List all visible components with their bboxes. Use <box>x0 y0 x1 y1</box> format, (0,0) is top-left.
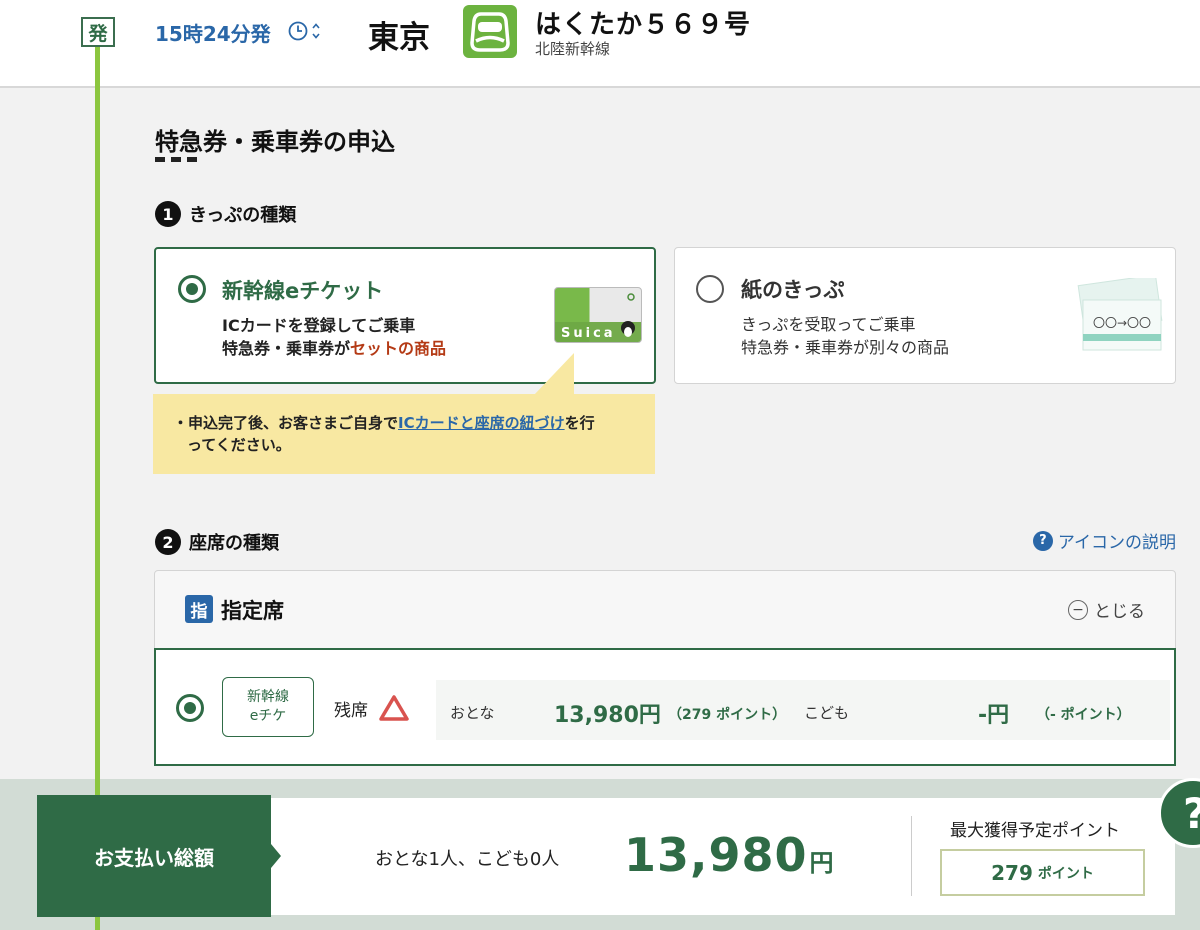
reserved-seat-icon: 指 <box>185 595 213 623</box>
child-price: -円 <box>978 703 1010 728</box>
paper-ticket-title: 紙のきっぷ <box>741 278 845 302</box>
option-paper-ticket[interactable]: 紙のきっぷ きっぷを受取ってご乗車 特急券・乗車券が別々の商品 〇〇→〇〇 <box>674 247 1176 384</box>
train-header: 15時24分発 東京 はくたか５６９号 北陸新幹線 <box>0 0 1200 88</box>
e-ticket-title: 新幹線eチケット <box>222 279 384 303</box>
e-ticket-badge: 新幹線 eチケ <box>222 677 314 737</box>
train-name: はくたか５６９号 <box>535 10 752 40</box>
e-ticket-badge-line2: eチケ <box>249 708 287 724</box>
step-number-1: 1 <box>155 201 181 227</box>
title-underline <box>155 157 197 162</box>
e-ticket-desc-prefix: 特急券・乗車券が <box>222 339 351 358</box>
child-label: こども <box>804 704 850 722</box>
adult-price: 13,980円 <box>554 703 661 728</box>
option-e-ticket[interactable]: 新幹線eチケット ICカードを登録してご乗車 特急券・乗車券がセットの商品 Su… <box>154 247 656 384</box>
clock-sort-icon[interactable] <box>288 20 324 42</box>
minus-circle-icon: − <box>1068 599 1088 620</box>
e-ticket-radio[interactable] <box>178 275 206 303</box>
total-amount: 13,980円 <box>624 828 835 882</box>
train-icon <box>463 5 517 58</box>
ic-seat-link[interactable]: ICカードと座席の紐づけ <box>398 414 565 432</box>
seat-type-label: 座席の種類 <box>189 533 279 554</box>
reserved-seat-label: 指定席 <box>221 599 284 623</box>
e-ticket-badge-line1: 新幹線 <box>247 689 289 705</box>
paper-ticket-radio[interactable] <box>696 275 724 303</box>
departure-station: 東京 <box>368 20 430 56</box>
availability-label: 残席 <box>334 701 368 721</box>
page-title: 特急券・乗車券の申込 <box>155 128 395 156</box>
reserved-seat-panel: 指 指定席 − とじる 新幹線 eチケ 残席 おとな 13,980円 （279 … <box>154 570 1176 766</box>
adult-label: おとな <box>450 704 495 722</box>
e-ticket-desc-line1: ICカードを登録してご乗車 <box>222 316 416 335</box>
limited-availability-triangle-icon <box>379 695 409 721</box>
paper-ticket-icon: 〇〇→〇〇 <box>1073 278 1163 356</box>
child-fare: こども -円 （- ポイント） <box>798 680 1170 740</box>
e-ticket-desc-accent: セットの商品 <box>350 339 447 358</box>
e-ticket-note: ・申込完了後、お客さまご自身でICカードと座席の紐づけを行 ってください。 <box>153 394 655 474</box>
icon-help-label: アイコンの説明 <box>1057 533 1176 553</box>
train-line: 北陸新幹線 <box>535 40 611 58</box>
adult-fare: おとな 13,980円 （279 ポイント） <box>436 680 798 740</box>
ticket-type-label: きっぷの種類 <box>189 205 297 226</box>
points-box: 279 ポイント <box>940 849 1145 896</box>
icon-help-link[interactable]: ? アイコンの説明 <box>1032 528 1176 553</box>
collapse-button[interactable]: − とじる <box>1068 597 1145 622</box>
suica-card-icon: Suica <box>554 287 642 343</box>
points-value: 279 <box>991 860 1033 885</box>
paper-ticket-desc-line1: きっぷを受取ってご乗車 <box>741 315 916 334</box>
suica-label: Suica <box>561 326 616 341</box>
paper-ticket-label: 〇〇→〇〇 <box>1093 316 1152 330</box>
note-line2: ってください。 <box>187 436 291 454</box>
e-ticket-desc-line2: 特急券・乗車券がセットの商品 <box>222 337 446 360</box>
adult-points: （279 ポイント） <box>668 707 787 723</box>
seat-option-row[interactable]: 新幹線 eチケ 残席 おとな 13,980円 （279 ポイント） こども -円… <box>154 648 1176 766</box>
note-prefix: ・申込完了後、お客さまご自身で <box>173 414 399 432</box>
footer-divider <box>911 816 912 896</box>
total-payment-label: お支払い総額 <box>37 795 281 917</box>
seat-option-radio[interactable] <box>176 694 204 722</box>
passenger-count: おとな1人、こども0人 <box>375 849 560 870</box>
collapse-label: とじる <box>1094 602 1145 622</box>
paper-ticket-description: きっぷを受取ってご乗車 特急券・乗車券が別々の商品 <box>741 313 949 359</box>
step-number-2: 2 <box>155 529 181 555</box>
ticket-type-heading: 1 きっぷの種類 <box>155 201 296 227</box>
departure-badge: 発 <box>81 17 115 47</box>
total-amount-unit: 円 <box>809 849 835 877</box>
paper-ticket-desc-line2: 特急券・乗車券が別々の商品 <box>741 338 950 357</box>
max-points-label: 最大獲得予定ポイント <box>950 821 1120 841</box>
seat-type-heading: 2 座席の種類 <box>155 529 279 555</box>
e-ticket-description: ICカードを登録してご乗車 特急券・乗車券がセットの商品 <box>222 314 446 360</box>
points-unit: ポイント <box>1037 865 1094 882</box>
note-suffix: を行 <box>564 414 595 432</box>
child-points: （- ポイント） <box>1036 707 1131 723</box>
departure-time: 15時24分発 <box>155 22 271 46</box>
question-icon: ? <box>1032 530 1053 551</box>
total-amount-value: 13,980 <box>624 828 808 882</box>
note-pointer <box>534 353 574 395</box>
